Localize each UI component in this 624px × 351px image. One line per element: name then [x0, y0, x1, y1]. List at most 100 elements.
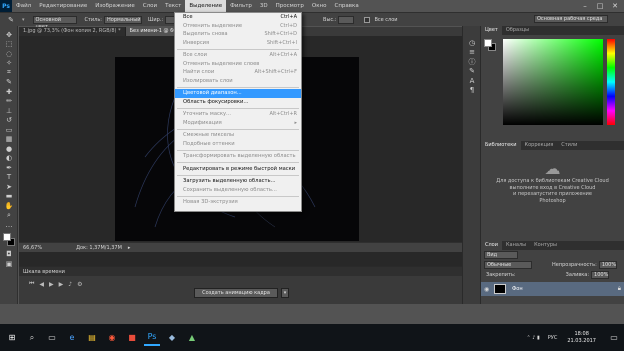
selection-menu-item[interactable]: Трансформировать выделенную область [175, 152, 301, 161]
shape-tool-icon[interactable]: ▬ [2, 192, 16, 202]
eyedropper-icon[interactable]: ✎ [4, 15, 18, 25]
close-button[interactable]: ✕ [608, 0, 622, 12]
tab-color[interactable]: Цвет [481, 26, 502, 35]
selection-menu-item[interactable]: Уточнить маску... Alt+Ctrl+R [175, 110, 301, 119]
crop-tool-icon[interactable]: ⌗ [2, 68, 16, 78]
language-indicator[interactable]: РУС [546, 335, 560, 341]
next-frame-icon[interactable]: ▶ [59, 281, 64, 288]
selection-menu-item[interactable]: Сохранить выделенную область... [175, 186, 301, 195]
screen-mode-icon[interactable]: ▣ [2, 259, 16, 269]
tab-channels[interactable]: Каналы [502, 241, 530, 250]
menu-item-8[interactable]: Просмотр [272, 0, 308, 12]
first-frame-icon[interactable]: ⏮ [29, 280, 34, 288]
character-panel-icon[interactable]: A [465, 76, 479, 86]
zoom-tool-icon[interactable]: ⌕ [2, 211, 16, 221]
pen-tool-icon[interactable]: ✒ [2, 163, 16, 173]
task-view-icon[interactable]: ▭ [44, 330, 60, 346]
menu-item-1[interactable]: Редактирование [35, 0, 91, 12]
status-arrow-icon[interactable]: ▸ [126, 245, 133, 251]
menu-item-2[interactable]: Изображение [91, 0, 139, 12]
type-tool-icon[interactable]: T [2, 173, 16, 183]
menu-item-5[interactable]: Выделение [185, 0, 227, 12]
workspace-select[interactable]: Основная рабочая среда [534, 15, 608, 23]
color-field[interactable] [503, 39, 603, 125]
layer-name[interactable]: Фон [510, 286, 525, 292]
visibility-eye-icon[interactable]: ◉ [484, 286, 494, 293]
tab-adjustments[interactable]: Коррекция [521, 141, 558, 150]
maximize-button[interactable]: □ [593, 0, 607, 12]
selection-menu-item[interactable]: Модификация ▸ [175, 119, 301, 128]
eyedropper-tool-icon[interactable]: ✎ [2, 78, 16, 88]
tab-layers[interactable]: Слои [481, 241, 502, 250]
opacity-input[interactable]: 100% [598, 261, 617, 269]
sample-select[interactable]: Основной цвет [32, 15, 77, 30]
lasso-tool-icon[interactable]: ◌ [2, 49, 16, 59]
zoom-level[interactable]: 66,67% [21, 245, 44, 251]
hand-tool-icon[interactable]: ✋ [2, 201, 16, 211]
clock[interactable]: 18:08 21.03.2017 [565, 331, 598, 345]
tray-icons[interactable]: ⌃ ♪ ▮ [524, 335, 541, 341]
quick-mask-icon[interactable]: ◘ [2, 250, 16, 260]
selection-menu-item[interactable]: Выделить снова Shift+Ctrl+D [175, 30, 301, 39]
selection-menu-item[interactable]: Редактировать в режиме быстрой маски [175, 165, 301, 174]
settings-icon[interactable]: ⚙ [77, 281, 82, 288]
layer-row-background[interactable]: ◉ Фон 🔒︎ [481, 282, 624, 296]
app-icon-red[interactable]: ■ [124, 330, 140, 346]
color-swatches[interactable] [0, 232, 17, 250]
marquee-tool-icon[interactable]: ⬚ [2, 40, 16, 50]
history-panel-icon[interactable]: ◷ [465, 38, 479, 48]
height-input[interactable] [338, 15, 355, 24]
tab-document-1[interactable]: 1.jpg @ 73,3% (Фон копия 2, RGB/8) * [19, 27, 126, 36]
info-panel-icon[interactable]: ⓘ [465, 57, 479, 67]
menu-item-10[interactable]: Справка [330, 0, 362, 12]
properties-panel-icon[interactable]: ≡ [465, 48, 479, 58]
panel-fg-swatch[interactable] [484, 39, 492, 47]
menu-item-9[interactable]: Окно [308, 0, 331, 12]
dodge-tool-icon[interactable]: ◐ [2, 154, 16, 164]
chrome-icon[interactable]: ◉ [104, 330, 120, 346]
foreground-swatch[interactable] [3, 232, 11, 241]
menu-item-7[interactable]: 3D [256, 0, 272, 12]
menu-item-4[interactable]: Текст [161, 0, 185, 12]
selection-menu-item[interactable]: Все слои Alt+Ctrl+A [175, 51, 301, 60]
healing-tool-icon[interactable]: ✚ [2, 87, 16, 97]
photoshop-taskbar-icon[interactable]: Ps [144, 330, 160, 346]
blend-mode-select[interactable]: Обычные [484, 261, 532, 269]
create-animation-dropdown-icon[interactable]: ▾ [281, 288, 289, 298]
layer-kind-filter[interactable]: Вид [484, 251, 518, 259]
selection-menu-item[interactable]: Подобные оттенки [175, 140, 301, 149]
selection-menu-item[interactable]: Отменить выделение Ctrl+D [175, 22, 301, 31]
menu-item-0[interactable]: Файл [12, 0, 35, 12]
history-brush-icon[interactable]: ↺ [2, 116, 16, 126]
selection-menu-item[interactable]: Отменить выделение слоев [175, 60, 301, 69]
paragraph-panel-icon[interactable]: ¶ [465, 86, 479, 96]
selection-menu-item[interactable]: Смежные пикселы [175, 131, 301, 140]
eraser-tool-icon[interactable]: ▭ [2, 125, 16, 135]
prev-frame-icon[interactable]: ◀ [39, 281, 44, 288]
file-explorer-icon[interactable]: ▤ [84, 330, 100, 346]
app-icon-green[interactable]: ▲ [184, 330, 200, 346]
selection-menu-item[interactable]: Новая 3D-экструзия [175, 198, 301, 207]
search-icon[interactable]: ⌕ [24, 330, 40, 346]
app-icon-blue[interactable]: ◆ [164, 330, 180, 346]
selection-menu-item[interactable]: Область фокусировки... [175, 98, 301, 107]
audio-icon[interactable]: ♪ [68, 281, 72, 288]
move-tool-icon[interactable]: ✥ [2, 30, 16, 40]
brush-panel-icon[interactable]: ✎ [465, 67, 479, 77]
menu-item-6[interactable]: Фильтр [226, 0, 256, 12]
minimize-button[interactable]: – [578, 0, 592, 12]
notifications-icon[interactable]: ▭ [606, 330, 622, 346]
more-tools-icon[interactable]: … [2, 220, 16, 230]
fill-input[interactable]: 100% [591, 271, 610, 279]
path-select-icon[interactable]: ➤ [2, 182, 16, 192]
tab-libraries[interactable]: Библиотеки [481, 141, 521, 150]
blur-tool-icon[interactable]: ● [2, 144, 16, 154]
selection-menu-item[interactable]: Изолировать слои [175, 77, 301, 86]
menu-item-3[interactable]: Слои [139, 0, 161, 12]
selection-menu-item[interactable]: Загрузить выделенную область... [175, 177, 301, 186]
style-select[interactable]: Нормальный [104, 15, 142, 24]
all-layers-checkbox[interactable] [364, 16, 371, 23]
brush-tool-icon[interactable]: ✏ [2, 97, 16, 107]
tab-paths[interactable]: Контуры [530, 241, 561, 250]
selection-menu-item[interactable]: Все Ctrl+A [175, 13, 301, 22]
